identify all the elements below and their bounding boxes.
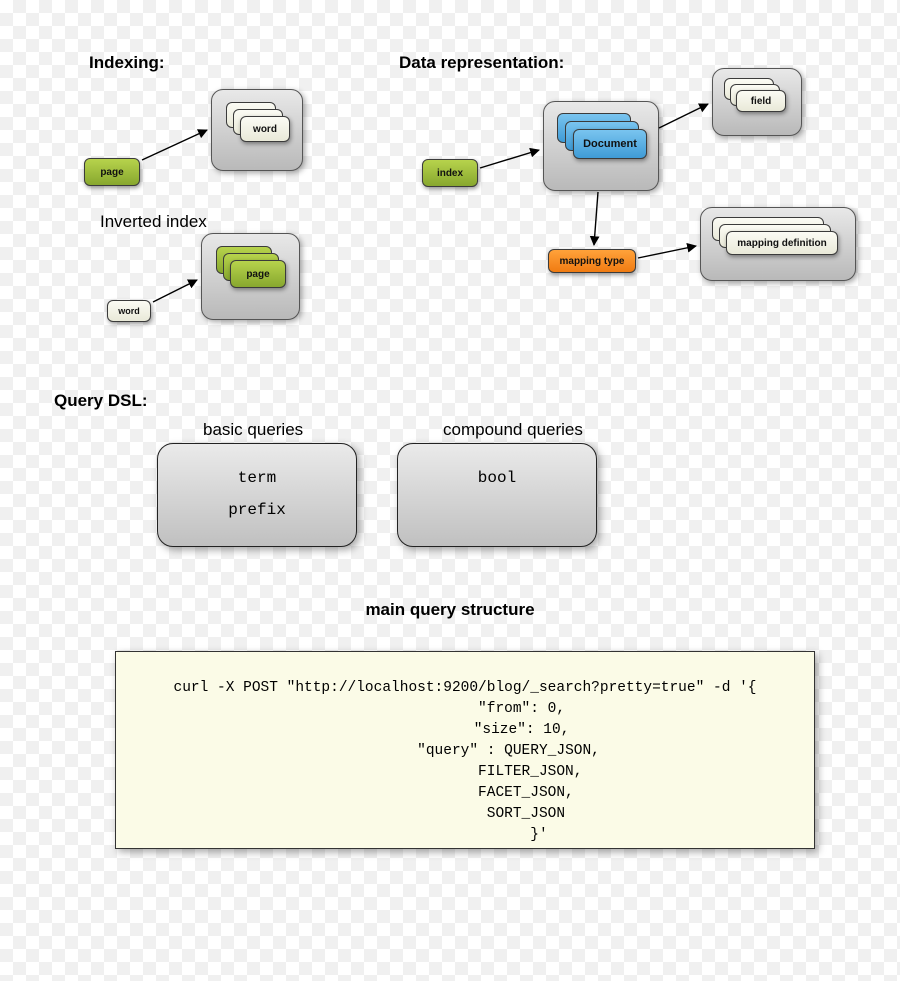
node-index: index bbox=[422, 159, 478, 187]
basic-query-term: term bbox=[158, 462, 356, 494]
node-word-stack: word bbox=[240, 116, 290, 142]
node-word-small: word bbox=[107, 300, 151, 322]
heading-data-representation: Data representation: bbox=[399, 53, 564, 73]
node-mapping-definition: mapping definition bbox=[726, 231, 838, 255]
codeblock-main-query: curl -X POST "http://localhost:9200/blog… bbox=[115, 651, 815, 849]
heading-indexing: Indexing: bbox=[89, 53, 165, 73]
label-basic-queries: basic queries bbox=[203, 420, 303, 440]
container-word-stack: word bbox=[211, 89, 303, 171]
label-compound-queries: compound queries bbox=[443, 420, 583, 440]
basic-query-prefix: prefix bbox=[158, 494, 356, 526]
container-mapping-definition: mapping definition bbox=[700, 207, 856, 281]
heading-inverted-index: Inverted index bbox=[100, 212, 207, 232]
node-page: page bbox=[84, 158, 140, 186]
node-mapping-type: mapping type bbox=[548, 249, 636, 273]
panel-compound-queries: bool bbox=[397, 443, 597, 547]
heading-main-query-structure: main query structure bbox=[0, 600, 900, 620]
container-page-stack: page bbox=[201, 233, 300, 320]
node-document: Document bbox=[573, 129, 647, 159]
heading-query-dsl: Query DSL: bbox=[54, 391, 148, 411]
node-field: field bbox=[736, 90, 786, 112]
panel-basic-queries: term prefix bbox=[157, 443, 357, 547]
node-page-stack: page bbox=[230, 260, 286, 288]
container-document-stack: Document bbox=[543, 101, 659, 191]
container-field-stack: field bbox=[712, 68, 802, 136]
compound-query-bool: bool bbox=[398, 462, 596, 494]
